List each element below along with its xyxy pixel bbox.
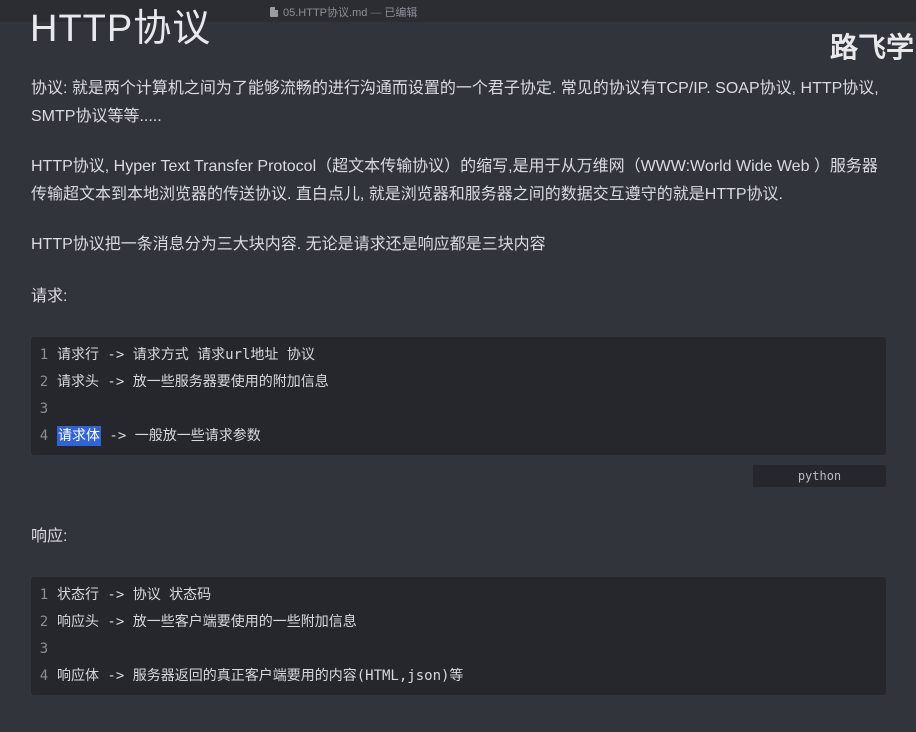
paragraph-protocol-definition[interactable]: 协议: 就是两个计算机之间为了能够流畅的进行沟通而设置的一个君子协定. 常见的协… [31, 75, 891, 131]
code-line[interactable]: 2 请求头 -> 放一些服务器要使用的附加信息 [31, 369, 329, 395]
response-code-block[interactable]: 1 状态行 -> 协议 状态码 2 响应头 -> 放一些客户端要使用的一些附加信息 … [31, 577, 886, 695]
code-line[interactable]: 4 请求体 -> 一般放一些请求参数 [31, 423, 261, 449]
code-line[interactable]: 3 [31, 636, 57, 662]
code-line[interactable]: 4 响应体 -> 服务器返回的真正客户端要用的内容(HTML,json)等 [31, 663, 464, 689]
code-line[interactable]: 2 响应头 -> 放一些客户端要使用的一些附加信息 [31, 609, 357, 635]
title-separator: — [370, 7, 382, 19]
code-line[interactable]: 3 [31, 396, 57, 422]
code-line[interactable]: 1 状态行 -> 协议 状态码 [31, 582, 211, 608]
paragraph-http-definition[interactable]: HTTP协议, Hyper Text Transfer Protocol（超文本… [31, 153, 891, 209]
line-number: 2 [39, 614, 49, 630]
code-text: 响应头 -> 放一些客户端要使用的一些附加信息 [57, 614, 357, 630]
line-number: 1 [39, 587, 49, 603]
code-text: 请求行 -> 请求方式 请求url地址 协议 [57, 347, 315, 363]
line-number: 3 [39, 401, 49, 417]
selected-text[interactable]: 请求体 [57, 426, 101, 446]
line-number: 2 [39, 374, 49, 390]
paragraph-response-label[interactable]: 响应: [31, 523, 891, 551]
watermark-logo: 路飞学 [830, 32, 915, 63]
paragraph-request-label[interactable]: 请求: [31, 283, 891, 311]
code-text: -> 一般放一些请求参数 [101, 428, 261, 444]
line-number: 4 [39, 428, 49, 444]
code-line[interactable]: 1 请求行 -> 请求方式 请求url地址 协议 [31, 342, 315, 368]
code-text: 状态行 -> 协议 状态码 [57, 587, 212, 603]
code-text: 响应体 -> 服务器返回的真正客户端要用的内容(HTML,json)等 [57, 668, 464, 684]
document-icon [270, 7, 278, 17]
paragraph-message-structure[interactable]: HTTP协议把一条消息分为三大块内容. 无论是请求还是响应都是三块内容 [31, 231, 891, 259]
edit-status: 已编辑 [384, 7, 418, 19]
request-code-block[interactable]: 1 请求行 -> 请求方式 请求url地址 协议 2 请求头 -> 放一些服务器要使… [31, 337, 886, 455]
code-text: 请求头 -> 放一些服务器要使用的附加信息 [57, 374, 329, 390]
code-language-badge[interactable]: python [753, 465, 886, 487]
line-number: 3 [39, 641, 49, 657]
page-heading[interactable]: HTTP协议 [30, 6, 211, 52]
line-number: 4 [39, 668, 49, 684]
line-number: 1 [39, 347, 49, 363]
titlebar-title: 05.HTTP协议.md — 已编辑 [270, 4, 417, 20]
filename: 05.HTTP协议.md [283, 7, 368, 19]
response-label-text: 响应: [31, 528, 68, 545]
